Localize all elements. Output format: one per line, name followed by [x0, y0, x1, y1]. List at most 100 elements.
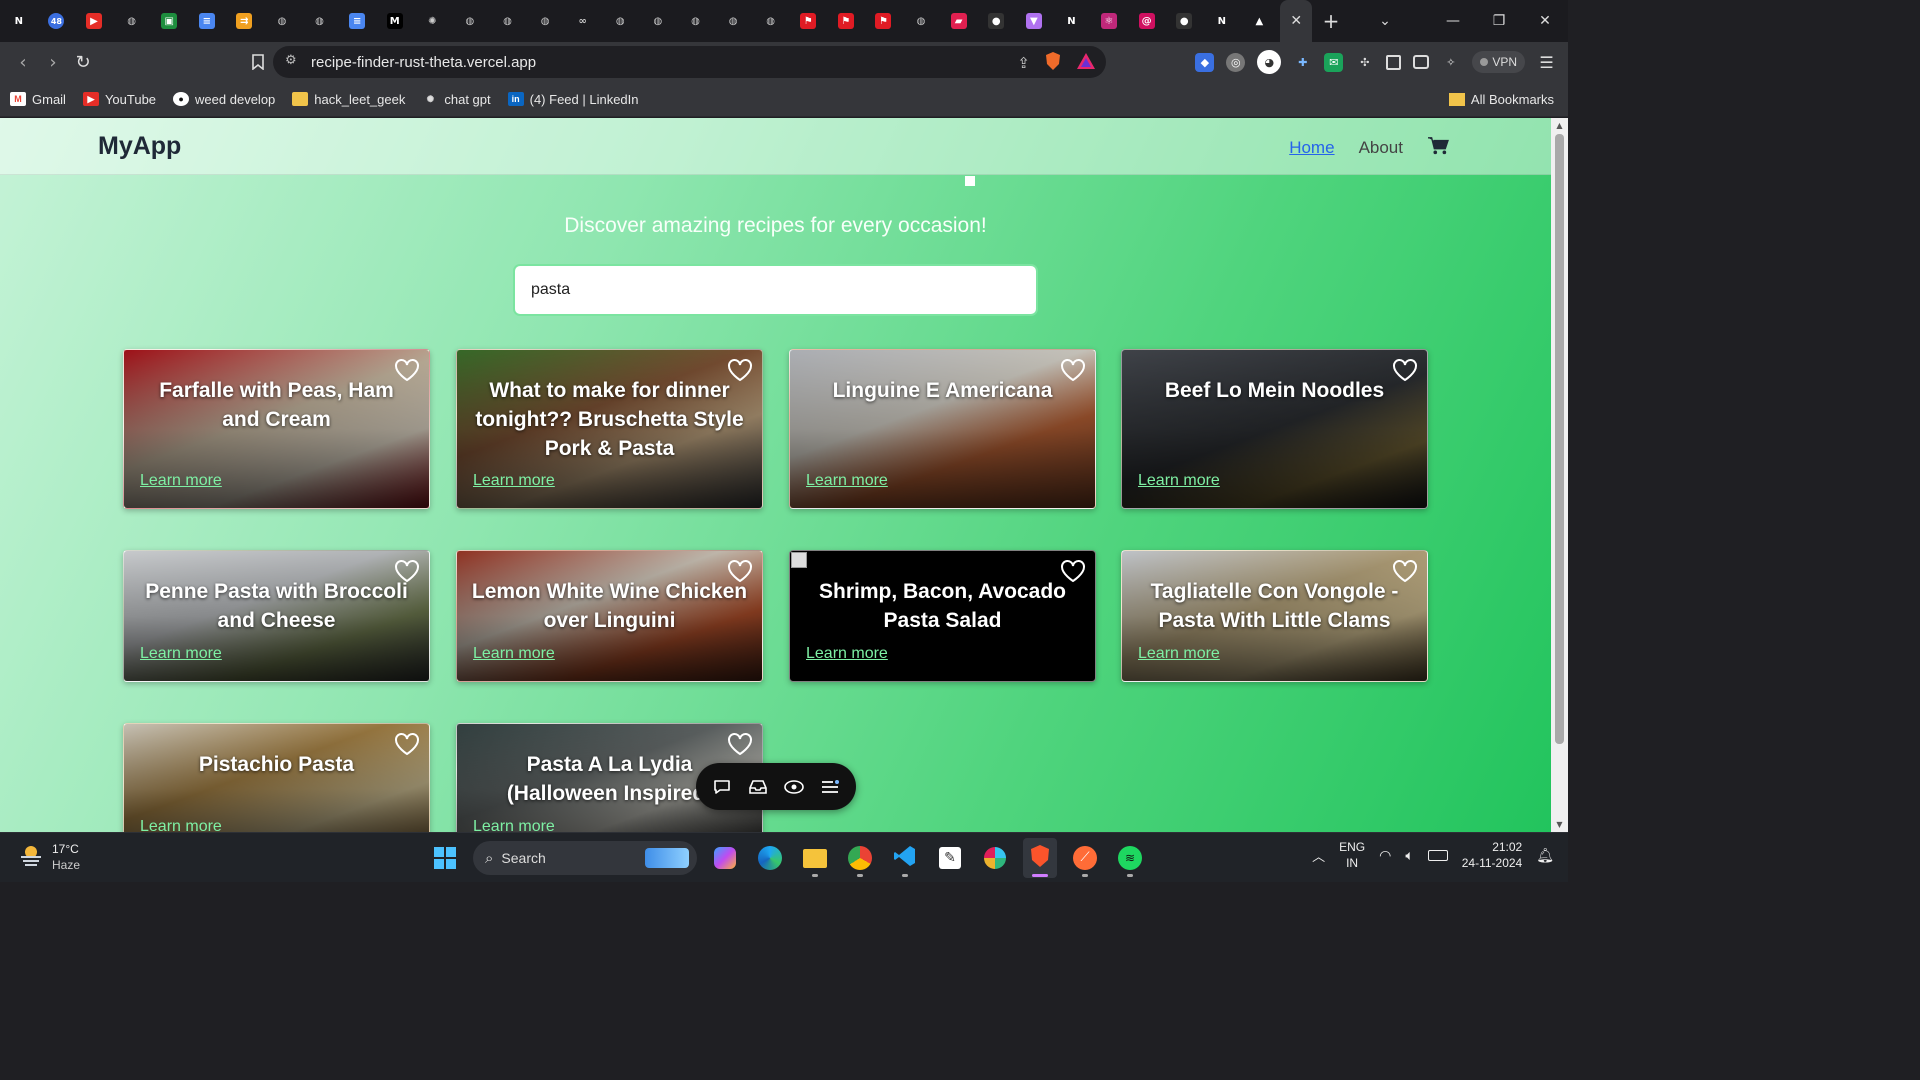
favorite-heart-icon[interactable]: [727, 732, 753, 756]
browser-tab[interactable]: ◍: [714, 0, 752, 42]
favorite-heart-icon[interactable]: [1060, 559, 1086, 583]
edge-app[interactable]: [753, 838, 787, 878]
browser-tab[interactable]: M: [376, 0, 414, 42]
inbox-icon[interactable]: [747, 776, 769, 798]
extension-4-icon[interactable]: ✉: [1324, 52, 1344, 72]
vpn-button[interactable]: VPN: [1472, 51, 1525, 73]
favorite-heart-icon[interactable]: [394, 559, 420, 583]
scroll-down-icon[interactable]: ▼: [1555, 820, 1564, 829]
sidebar-icon[interactable]: [1386, 54, 1402, 70]
tab-search-icon[interactable]: ⌄: [1362, 13, 1408, 29]
brand-logo[interactable]: MyApp: [98, 132, 181, 161]
learn-more-link[interactable]: Learn more: [473, 472, 555, 490]
recipe-card[interactable]: Farfalle with Peas, Ham and Cream Learn m…: [123, 349, 430, 509]
browser-tab[interactable]: ▶: [75, 0, 113, 42]
profile-avatar-icon[interactable]: ◕: [1257, 50, 1282, 74]
browser-tab[interactable]: ◍: [526, 0, 564, 42]
favorite-heart-icon[interactable]: [1392, 358, 1418, 382]
bookmark-item[interactable]: ✺ chat gpt: [422, 92, 491, 107]
notes-app[interactable]: ✎: [933, 838, 967, 878]
reload-icon[interactable]: ↻: [68, 47, 98, 77]
chrome-app[interactable]: [843, 838, 877, 878]
browser-tab[interactable]: ◍: [752, 0, 790, 42]
recipe-card[interactable]: Shrimp, Bacon, Avocado Pasta Salad Learn …: [789, 550, 1096, 682]
browser-tab[interactable]: ▣: [150, 0, 188, 42]
weather-widget[interactable]: 17°C Haze: [18, 841, 80, 873]
file-explorer-app[interactable]: [798, 838, 832, 878]
active-tab[interactable]: ✕: [1280, 0, 1313, 42]
spotify-app[interactable]: ≋: [1113, 838, 1147, 878]
extensions-puzzle-icon[interactable]: ✣: [1355, 53, 1374, 72]
browser-tab[interactable]: ◍: [113, 0, 151, 42]
language-indicator[interactable]: ENG IN: [1339, 839, 1365, 871]
eye-icon[interactable]: [783, 776, 805, 798]
learn-more-link[interactable]: Learn more: [1138, 645, 1220, 663]
copilot-app[interactable]: [708, 838, 742, 878]
clock[interactable]: 21:02 24-11-2024: [1462, 839, 1523, 871]
cart-icon[interactable]: [1427, 136, 1449, 160]
forward-icon[interactable]: ›: [38, 47, 68, 77]
restore-icon[interactable]: ❐: [1476, 13, 1522, 29]
browser-tab[interactable]: ⚑: [827, 0, 865, 42]
browser-tab[interactable]: ⚛: [1090, 0, 1128, 42]
browser-tab[interactable]: ▲: [1241, 0, 1279, 42]
nav-about-link[interactable]: About: [1359, 138, 1403, 158]
tray-overflow-icon[interactable]: ︿: [1312, 846, 1325, 865]
browser-tab[interactable]: ▰: [940, 0, 978, 42]
postman-app[interactable]: ⟋: [1068, 838, 1102, 878]
recipe-card[interactable]: Beef Lo Mein Noodles Learn more: [1121, 349, 1428, 509]
site-settings-icon[interactable]: ⚙: [285, 53, 299, 71]
minimize-icon[interactable]: —: [1430, 13, 1476, 29]
leo-ai-icon[interactable]: ✧: [1441, 53, 1460, 72]
back-icon[interactable]: ‹: [8, 47, 38, 77]
learn-more-link[interactable]: Learn more: [473, 818, 555, 832]
new-tab-button[interactable]: +: [1312, 0, 1350, 42]
browser-tab[interactable]: ◍: [489, 0, 527, 42]
menu-icon[interactable]: ☰: [1537, 53, 1556, 72]
share-icon[interactable]: ⇪: [1017, 54, 1030, 72]
slack-app[interactable]: [978, 838, 1012, 878]
browser-tab[interactable]: ◍: [639, 0, 677, 42]
bookmark-item[interactable]: ▶ YouTube: [82, 92, 156, 107]
browser-tab[interactable]: ⚑: [789, 0, 827, 42]
recipe-card[interactable]: Lemon White Wine Chicken over Linguini Le…: [456, 550, 763, 682]
browser-tab[interactable]: ≡: [338, 0, 376, 42]
recipe-card[interactable]: Penne Pasta with Broccoli and Cheese Lear…: [123, 550, 430, 682]
learn-more-link[interactable]: Learn more: [806, 472, 888, 490]
favorite-heart-icon[interactable]: [1060, 358, 1086, 382]
browser-tab[interactable]: ◍: [301, 0, 339, 42]
browser-tab[interactable]: ⚑: [865, 0, 903, 42]
browser-tab[interactable]: ⇉: [226, 0, 264, 42]
brave-rewards-icon[interactable]: [1076, 52, 1096, 74]
browser-tab[interactable]: N: [1053, 0, 1091, 42]
learn-more-link[interactable]: Learn more: [806, 645, 888, 663]
browser-tab[interactable]: ◍: [263, 0, 301, 42]
comment-icon[interactable]: [711, 776, 733, 798]
volume-icon[interactable]: 🔈︎: [1405, 847, 1413, 864]
browser-tab[interactable]: ◍: [602, 0, 640, 42]
start-button[interactable]: [428, 838, 462, 878]
learn-more-link[interactable]: Learn more: [140, 472, 222, 490]
browser-tab[interactable]: 48: [38, 0, 76, 42]
wifi-icon[interactable]: ◠: [1379, 847, 1391, 864]
extension-2-icon[interactable]: ◎: [1226, 52, 1246, 72]
page-scrollbar[interactable]: ▲ ▼: [1551, 118, 1568, 832]
all-bookmarks-button[interactable]: All Bookmarks: [1448, 82, 1554, 117]
browser-tab[interactable]: ●: [977, 0, 1015, 42]
learn-more-link[interactable]: Learn more: [1138, 472, 1220, 490]
browser-tab[interactable]: ◍: [677, 0, 715, 42]
learn-more-link[interactable]: Learn more: [140, 818, 222, 832]
browser-tab[interactable]: ✺: [414, 0, 452, 42]
favorite-heart-icon[interactable]: [727, 358, 753, 382]
menu-lines-icon[interactable]: [819, 776, 841, 798]
bookmark-item[interactable]: ● weed develop: [173, 92, 275, 107]
extension-1-icon[interactable]: ◆: [1195, 52, 1215, 72]
browser-tab[interactable]: @: [1128, 0, 1166, 42]
browser-tab[interactable]: ◍: [451, 0, 489, 42]
browser-tab[interactable]: N: [1203, 0, 1241, 42]
recipe-card[interactable]: Pistachio Pasta Learn more: [123, 723, 430, 832]
brave-app[interactable]: [1023, 838, 1057, 878]
browser-tab[interactable]: ●: [1165, 0, 1203, 42]
taskbar-search[interactable]: ⌕ Search: [473, 841, 697, 875]
browser-tab[interactable]: ∞: [564, 0, 602, 42]
